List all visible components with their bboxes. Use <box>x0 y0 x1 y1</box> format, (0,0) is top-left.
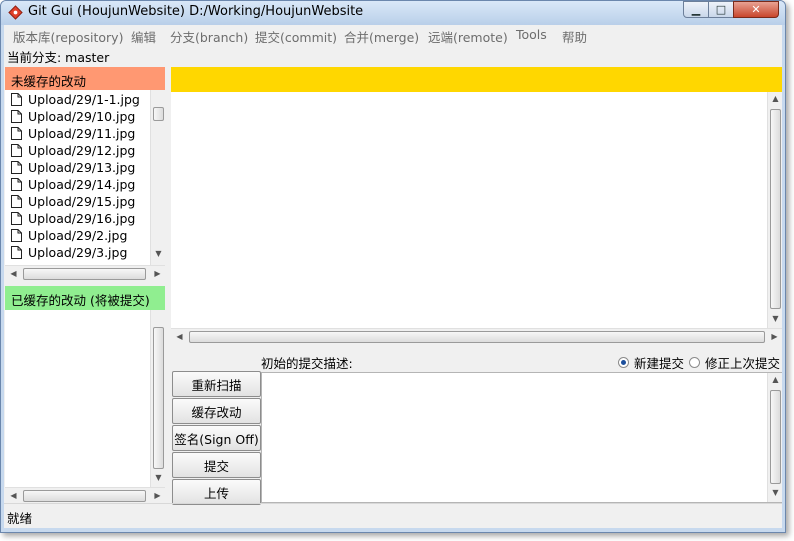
commit-button[interactable]: 提交 <box>172 452 261 478</box>
unstaged-file-item[interactable]: Upload/29/11.jpg <box>11 125 143 142</box>
menu-branch[interactable]: 分支(branch) <box>170 27 248 46</box>
file-icon <box>11 161 22 174</box>
commit-message-vertical-scrollbar[interactable]: ▲ ▼ <box>767 373 782 502</box>
file-icon <box>11 246 22 259</box>
minimize-button[interactable]: ▁ <box>683 1 709 18</box>
stage-changed-button[interactable]: 缓存改动 <box>172 398 261 424</box>
unstaged-file-item[interactable]: Upload/29/10.jpg <box>11 108 143 125</box>
commit-message-label: 初始的提交描述: <box>261 356 353 371</box>
maximize-button[interactable]: □ <box>708 1 734 18</box>
unstaged-file-list[interactable]: Upload/29/1-1.jpg Upload/29/10.jpg Uploa… <box>5 90 165 281</box>
radio-checked-icon <box>618 357 629 368</box>
scroll-right-arrow-icon[interactable]: ▶ <box>768 332 781 341</box>
scroll-down-arrow-icon[interactable]: ▼ <box>152 473 165 482</box>
scroll-up-arrow-icon[interactable]: ▲ <box>769 375 782 384</box>
unstaged-vertical-scrollbar[interactable]: ▼ <box>150 90 165 265</box>
diff-header-bar <box>171 67 782 92</box>
scroll-left-arrow-icon[interactable]: ◀ <box>7 269 20 278</box>
commit-message-text <box>262 373 781 377</box>
file-name: Upload/29/14.jpg <box>28 177 136 192</box>
staged-vertical-scrollbar[interactable]: ▼ <box>150 310 165 487</box>
scrollbar-thumb[interactable] <box>770 109 781 309</box>
file-icon <box>11 229 22 242</box>
minimize-icon: ▁ <box>691 3 701 16</box>
scroll-down-arrow-icon[interactable]: ▼ <box>152 249 165 258</box>
file-name: Upload/29/3.jpg <box>28 245 128 260</box>
scroll-left-arrow-icon[interactable]: ◀ <box>7 491 20 500</box>
unstaged-file-item[interactable]: Upload/29/2.jpg <box>11 227 143 244</box>
close-button[interactable]: ✕ <box>733 1 779 18</box>
diff-vertical-scrollbar[interactable]: ▲ ▼ <box>767 92 782 328</box>
window-title: Git Gui (HoujunWebsite) D:/Working/Houju… <box>28 4 364 19</box>
menu-commit[interactable]: 提交(commit) <box>255 27 337 46</box>
file-icon <box>11 195 22 208</box>
file-icon <box>11 144 22 157</box>
scroll-up-arrow-icon[interactable]: ▲ <box>769 94 782 103</box>
unstaged-file-item[interactable]: Upload/29/3.jpg <box>11 244 143 261</box>
scroll-down-arrow-icon[interactable]: ▼ <box>769 488 782 497</box>
title-bar[interactable]: Git Gui (HoujunWebsite) D:/Working/Houju… <box>1 1 785 25</box>
new-commit-label: 新建提交 <box>634 356 685 371</box>
scrollbar-thumb[interactable] <box>153 327 164 469</box>
scroll-right-arrow-icon[interactable]: ▶ <box>151 269 164 278</box>
menu-tools[interactable]: Tools <box>516 27 547 42</box>
file-name: Upload/29/13.jpg <box>28 160 136 175</box>
file-name: Upload/29/2.jpg <box>28 228 128 243</box>
diff-viewer[interactable]: ▲ ▼ ◀ ▶ <box>171 92 782 344</box>
file-name: Upload/29/15.jpg <box>28 194 136 209</box>
maximize-icon: □ <box>715 3 727 16</box>
menu-merge[interactable]: 合并(merge) <box>344 27 419 46</box>
new-commit-radio[interactable]: 新建提交 <box>618 353 684 372</box>
status-text: 就绪 <box>7 511 33 526</box>
scroll-right-arrow-icon[interactable]: ▶ <box>151 491 164 500</box>
status-bar-divider <box>4 503 782 504</box>
scrollbar-thumb[interactable] <box>23 490 146 502</box>
unstaged-file-item[interactable]: Upload/29/13.jpg <box>11 159 143 176</box>
file-icon <box>11 127 22 140</box>
sign-off-button[interactable]: 签名(Sign Off) <box>172 425 261 451</box>
diff-horizontal-scrollbar[interactable]: ◀ ▶ <box>171 328 782 344</box>
file-icon <box>11 212 22 225</box>
rescan-button[interactable]: 重新扫描 <box>172 371 261 397</box>
scrollbar-thumb[interactable] <box>153 107 164 121</box>
git-diamond-icon <box>8 5 23 20</box>
staged-horizontal-scrollbar[interactable]: ◀ ▶ <box>5 487 165 503</box>
file-name: Upload/29/11.jpg <box>28 126 136 141</box>
staged-file-list[interactable]: ▼ ◀ ▶ <box>5 310 165 503</box>
scroll-down-arrow-icon[interactable]: ▼ <box>769 314 782 323</box>
radio-unchecked-icon <box>689 357 700 368</box>
unstaged-file-item[interactable]: Upload/29/16.jpg <box>11 210 143 227</box>
unstaged-file-item[interactable]: Upload/29/1-1.jpg <box>11 91 143 108</box>
amend-commit-label: 修正上次提交 <box>705 356 781 371</box>
current-branch-label: 当前分支: master <box>7 50 110 65</box>
file-icon <box>11 110 22 123</box>
file-icon <box>11 93 22 106</box>
file-name: Upload/29/1-1.jpg <box>28 92 140 107</box>
menu-bar: 版本库(repository) 编辑 分支(branch) 提交(commit)… <box>4 25 782 46</box>
commit-message-input[interactable]: ▲ ▼ <box>261 372 782 503</box>
staged-changes-header: 已缓存的改动 (将被提交) <box>5 286 165 310</box>
file-icon <box>11 178 22 191</box>
unstaged-file-item[interactable]: Upload/29/15.jpg <box>11 193 143 210</box>
menu-help[interactable]: 帮助 <box>562 27 587 46</box>
file-name: Upload/29/12.jpg <box>28 143 136 158</box>
amend-commit-radio[interactable]: 修正上次提交 <box>689 353 780 372</box>
scrollbar-thumb[interactable] <box>189 331 765 343</box>
menu-edit[interactable]: 编辑 <box>131 27 156 46</box>
menu-remote[interactable]: 远端(remote) <box>428 27 508 46</box>
unstaged-changes-header: 未缓存的改动 <box>5 67 165 90</box>
unstaged-file-item[interactable]: Upload/29/14.jpg <box>11 176 143 193</box>
unstaged-horizontal-scrollbar[interactable]: ◀ ▶ <box>5 265 165 281</box>
file-name: Upload/29/16.jpg <box>28 211 136 226</box>
menu-repository[interactable]: 版本库(repository) <box>13 27 123 46</box>
file-name: Upload/29/10.jpg <box>28 109 136 124</box>
scrollbar-thumb[interactable] <box>23 268 146 280</box>
unstaged-file-item[interactable]: Upload/29/12.jpg <box>11 142 143 159</box>
client-area: 版本库(repository) 编辑 分支(branch) 提交(commit)… <box>4 25 782 528</box>
close-icon: ✕ <box>751 3 761 16</box>
push-button[interactable]: 上传 <box>172 479 261 505</box>
scroll-left-arrow-icon[interactable]: ◀ <box>173 332 186 341</box>
scrollbar-thumb[interactable] <box>770 390 781 484</box>
window-controls: ▁ □ ✕ <box>683 1 783 19</box>
